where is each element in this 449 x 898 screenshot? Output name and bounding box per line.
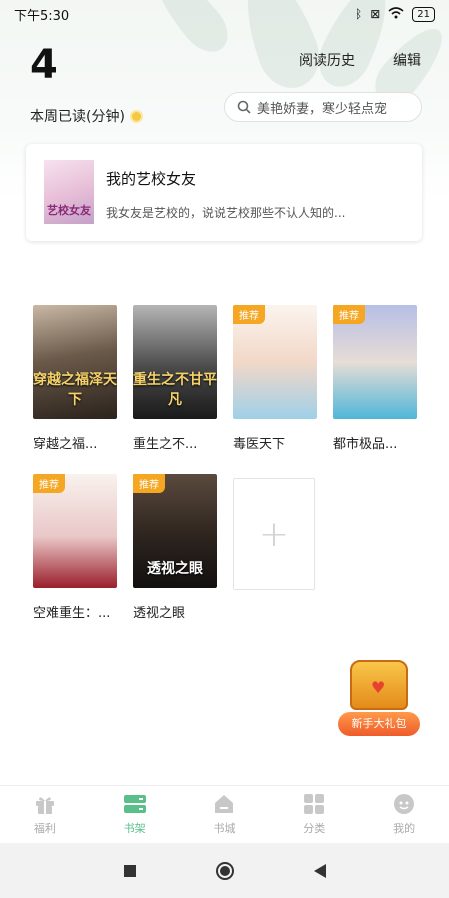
recommend-tag: 推荐 (333, 305, 365, 324)
week-read-label: 本周已读(分钟) (30, 106, 143, 126)
nav-label: 福利 (33, 822, 56, 835)
recent-book-cover-text: 艺校女友 (47, 204, 91, 217)
bottom-nav: 福利 书架 书城 分类 我的 (0, 785, 449, 843)
newbie-gift-label: 新手大礼包 (338, 712, 420, 736)
nav-welfare[interactable]: 福利 (0, 786, 90, 843)
back-button[interactable] (310, 861, 330, 881)
book-cover: 推荐 (33, 474, 117, 588)
book-cover: 推荐 (333, 305, 417, 419)
recommend-tag: 推荐 (133, 474, 165, 493)
week-read-text: 本周已读(分钟) (30, 109, 125, 125)
gift-icon (33, 792, 57, 816)
bluetooth-icon: ᛒ (355, 7, 363, 21)
header-links: 阅读历史 编辑 (299, 50, 421, 70)
nav-label: 书架 (123, 822, 146, 835)
bookstore-icon (212, 792, 236, 816)
battery-icon: 21 (412, 6, 435, 22)
add-book-button[interactable]: + (233, 478, 315, 590)
book-item[interactable]: 穿越之福泽天下 穿越之福... (33, 305, 117, 452)
recent-book-cover: 艺校女友 (44, 160, 94, 224)
wifi-icon (388, 6, 404, 22)
book-cover-text: 重生之不甘平凡 (133, 372, 217, 408)
nav-label: 分类 (303, 822, 326, 835)
book-cover: 穿越之福泽天下 (33, 305, 117, 419)
book-name: 重生之不... (133, 437, 198, 452)
book-name: 空难重生：... (33, 606, 111, 621)
recommend-tag: 推荐 (33, 474, 65, 493)
book-name: 毒医天下 (233, 437, 286, 452)
recommend-tag: 推荐 (233, 305, 265, 324)
newbie-gift-button[interactable]: ♥ 新手大礼包 (338, 660, 420, 738)
status-icons: ᛒ ⊠ 21 (355, 6, 435, 22)
nav-label: 我的 (393, 822, 416, 835)
plus-icon: + (258, 513, 290, 555)
nav-label: 书城 (213, 822, 236, 835)
sim-icon: ⊠ (370, 7, 381, 21)
status-time: 下午5:30 (14, 8, 70, 24)
edit-button[interactable]: 编辑 (393, 50, 421, 70)
search-bar[interactable]: 美艳娇妻，寒少轻点宠 (224, 92, 422, 122)
book-cover: 推荐 透视之眼 (133, 474, 217, 588)
recent-apps-button[interactable] (120, 861, 140, 881)
minutes-read-count: 4 (30, 42, 58, 88)
reading-history-link[interactable]: 阅读历史 (299, 50, 355, 70)
book-cover: 推荐 (233, 305, 317, 419)
search-icon (237, 100, 251, 114)
search-placeholder: 美艳娇妻，寒少轻点宠 (257, 101, 388, 117)
recent-book-desc: 我女友是艺校的，说说艺校那些不认人知的... (106, 206, 346, 220)
home-button[interactable] (215, 861, 235, 881)
book-item[interactable]: 重生之不甘平凡 重生之不... (133, 305, 217, 452)
status-bar: 下午5:30 ᛒ ⊠ 21 (0, 0, 449, 28)
book-name: 都市极品... (333, 437, 398, 452)
book-cover: 重生之不甘平凡 (133, 305, 217, 419)
book-cover-text: 透视之眼 (147, 561, 203, 577)
heart-icon: ♥ (371, 678, 386, 697)
recent-book-card[interactable]: 艺校女友 我的艺校女友 我女友是艺校的，说说艺校那些不认人知的... (26, 144, 422, 241)
coin-icon (129, 109, 143, 123)
recent-book-title: 我的艺校女友 (106, 170, 197, 188)
profile-icon (392, 792, 416, 816)
book-name: 透视之眼 (133, 606, 186, 621)
nav-profile[interactable]: 我的 (359, 786, 449, 843)
book-item[interactable]: 推荐 空难重生：... (33, 474, 117, 621)
bookshelf-icon (123, 792, 147, 816)
category-icon (302, 792, 326, 816)
book-item[interactable]: 推荐 透视之眼 透视之眼 (133, 474, 217, 621)
book-item[interactable]: 推荐 都市极品... (333, 305, 417, 452)
book-cover-text: 穿越之福泽天下 (33, 372, 117, 408)
nav-category[interactable]: 分类 (269, 786, 359, 843)
nav-bookstore[interactable]: 书城 (180, 786, 270, 843)
system-nav-bar (0, 843, 449, 898)
nav-bookshelf[interactable]: 书架 (90, 786, 180, 843)
book-item[interactable]: 推荐 毒医天下 (233, 305, 317, 452)
book-name: 穿越之福... (33, 437, 98, 452)
